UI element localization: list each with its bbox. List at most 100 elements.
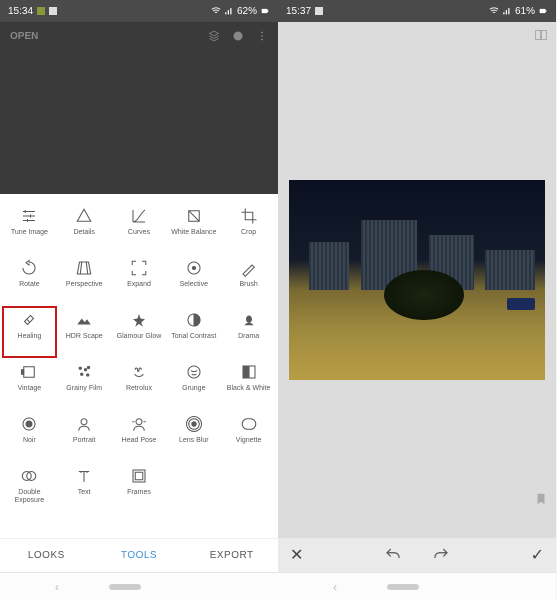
- hdr-scape-icon: [74, 310, 94, 330]
- drama-icon: [239, 310, 259, 330]
- tool-head-pose[interactable]: Head Pose: [112, 410, 167, 462]
- tool-drama[interactable]: Drama: [221, 306, 276, 358]
- battery-icon: [260, 6, 270, 16]
- redo-button[interactable]: [432, 546, 450, 564]
- tool-tune-image[interactable]: Tune Image: [2, 202, 57, 254]
- tool-label: Black & White: [227, 385, 271, 393]
- tune-image-icon: [19, 206, 39, 226]
- tool-selective[interactable]: Selective: [166, 254, 221, 306]
- status-battery: 62%: [237, 6, 257, 17]
- frames-icon: [129, 466, 149, 486]
- tool-curves[interactable]: Curves: [112, 202, 167, 254]
- black-white-icon: [239, 362, 259, 382]
- healing-icon: [19, 310, 39, 330]
- editor-canvas-area[interactable]: [278, 22, 556, 538]
- tool-label: Vintage: [18, 385, 42, 393]
- tool-label: Curves: [128, 229, 150, 237]
- tool-label: Lens Blur: [179, 437, 209, 445]
- tool-healing[interactable]: Healing: [2, 306, 57, 358]
- tool-label: Tonal Contrast: [171, 333, 216, 341]
- noir-icon: [19, 414, 39, 434]
- tool-portrait[interactable]: Portrait: [57, 410, 112, 462]
- tool-glamour-glow[interactable]: Glamour Glow: [112, 306, 167, 358]
- tool-tonal-contrast[interactable]: Tonal Contrast: [166, 306, 221, 358]
- selective-icon: [184, 258, 204, 278]
- tool-label: Noir: [23, 437, 36, 445]
- tool-label: Portrait: [73, 437, 96, 445]
- tool-label: Brush: [239, 281, 257, 289]
- app-toolbar: OPEN: [0, 22, 278, 50]
- open-button[interactable]: OPEN: [10, 31, 38, 42]
- tool-label: Rotate: [19, 281, 40, 289]
- confirm-button[interactable]: ✓: [531, 545, 544, 565]
- lens-blur-icon: [184, 414, 204, 434]
- tool-vignette[interactable]: Vignette: [221, 410, 276, 462]
- close-button[interactable]: ✕: [290, 545, 303, 565]
- status-card-icon: [49, 7, 57, 15]
- retrolux-icon: [129, 362, 149, 382]
- tool-grainy-film[interactable]: Grainy Film: [57, 358, 112, 410]
- signal-icon: [502, 6, 512, 16]
- photo-preview[interactable]: [289, 180, 545, 380]
- vignette-icon: [239, 414, 259, 434]
- tool-retrolux[interactable]: Retrolux: [112, 358, 167, 410]
- crop-icon: [239, 206, 259, 226]
- undo-button[interactable]: [384, 546, 402, 564]
- compare-icon[interactable]: [534, 28, 548, 42]
- right-phone-screen: 15:37 61% ✕ ✓ ‹: [278, 0, 556, 600]
- nav-home-icon[interactable]: [387, 584, 419, 590]
- tool-label: Text: [78, 489, 91, 497]
- tool-noir[interactable]: Noir: [2, 410, 57, 462]
- signal-icon: [224, 6, 234, 16]
- bottom-tabs: LOOKS TOOLS EXPORT: [0, 538, 278, 572]
- tool-black-white[interactable]: Black & White: [221, 358, 276, 410]
- perspective-icon: [74, 258, 94, 278]
- tool-label: Glamour Glow: [117, 333, 162, 341]
- layers-icon[interactable]: [208, 30, 220, 42]
- tool-details[interactable]: Details: [57, 202, 112, 254]
- tools-grid: Tune Image Details Curves White BalanceCrop…: [0, 194, 278, 538]
- tool-text[interactable]: Text: [57, 462, 112, 514]
- android-nav-bar: ‹: [278, 572, 556, 600]
- tool-white-balance[interactable]: White Balance: [166, 202, 221, 254]
- brush-icon: [239, 258, 259, 278]
- tool-vintage[interactable]: Vintage: [2, 358, 57, 410]
- tool-rotate[interactable]: Rotate: [2, 254, 57, 306]
- tool-lens-blur[interactable]: Lens Blur: [166, 410, 221, 462]
- tonal-contrast-icon: [184, 310, 204, 330]
- tool-label: Drama: [238, 333, 259, 341]
- tool-label: Grainy Film: [66, 385, 102, 393]
- tool-grunge[interactable]: Grunge: [166, 358, 221, 410]
- tool-label: Healing: [18, 333, 42, 341]
- status-time: 15:37: [286, 6, 311, 17]
- status-bar: 15:34 62%: [0, 0, 278, 22]
- tool-brush[interactable]: Brush: [221, 254, 276, 306]
- battery-icon: [538, 6, 548, 16]
- nav-back-icon[interactable]: ‹: [55, 580, 59, 594]
- tab-export[interactable]: EXPORT: [185, 539, 278, 572]
- status-time: 15:34: [8, 6, 33, 17]
- tool-crop[interactable]: Crop: [221, 202, 276, 254]
- tab-looks[interactable]: LOOKS: [0, 539, 93, 572]
- tool-label: Head Pose: [122, 437, 157, 445]
- tool-label: Double Exposure: [5, 489, 53, 504]
- more-icon[interactable]: [256, 30, 268, 42]
- tab-tools[interactable]: TOOLS: [93, 539, 186, 572]
- tool-label: Details: [73, 229, 94, 237]
- nav-home-icon[interactable]: [109, 584, 141, 590]
- tool-expand[interactable]: Expand: [112, 254, 167, 306]
- tool-label: Vignette: [236, 437, 262, 445]
- tool-hdr-scape[interactable]: HDR Scape: [57, 306, 112, 358]
- info-icon[interactable]: [232, 30, 244, 42]
- bookmark-icon[interactable]: [534, 492, 548, 506]
- tool-label: Tune Image: [11, 229, 48, 237]
- tool-double-exposure[interactable]: Double Exposure: [2, 462, 57, 514]
- text-icon: [74, 466, 94, 486]
- tool-perspective[interactable]: Perspective: [57, 254, 112, 306]
- details-icon: [74, 206, 94, 226]
- nav-back-icon[interactable]: ‹: [333, 580, 337, 594]
- tool-label: Expand: [127, 281, 151, 289]
- tool-frames[interactable]: Frames: [112, 462, 167, 514]
- head-pose-icon: [129, 414, 149, 434]
- status-card-icon: [315, 7, 323, 15]
